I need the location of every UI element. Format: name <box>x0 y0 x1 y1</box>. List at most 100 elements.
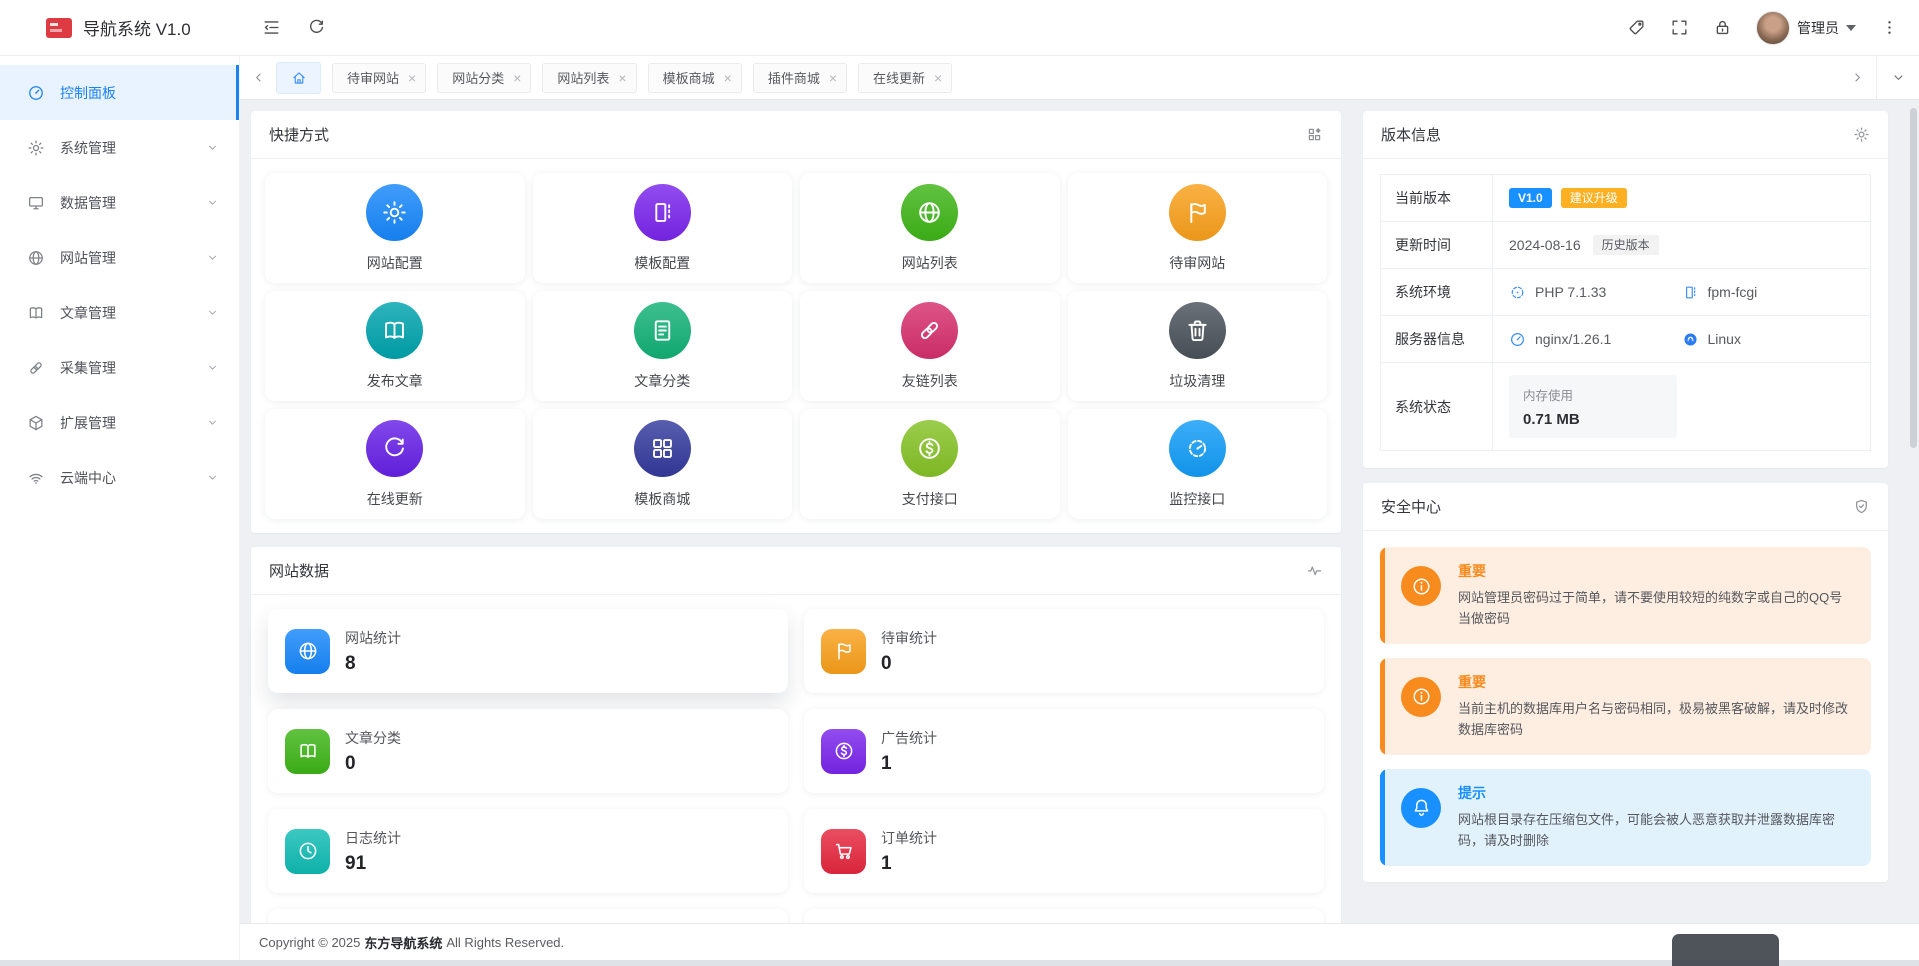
stat-item[interactable]: 广告统计 1 <box>804 709 1324 793</box>
shortcuts-card: 快捷方式 网站配置 模板配 <box>251 111 1341 533</box>
table-row: 系统环境 PHP 7.1.33 fpm-fcgi <box>1381 269 1870 316</box>
shortcut-item[interactable]: 友链列表 <box>800 291 1060 401</box>
fullscreen-icon[interactable] <box>1670 18 1689 37</box>
refresh-icon[interactable] <box>307 18 326 37</box>
chevron-down-icon <box>206 141 219 154</box>
lock-icon[interactable] <box>1713 18 1732 37</box>
shortcut-icon-circle <box>1169 302 1226 359</box>
shortcut-item[interactable]: 网站列表 <box>800 173 1060 283</box>
user-menu[interactable]: 管理员 <box>1756 11 1856 45</box>
shortcut-icon-circle <box>366 184 423 241</box>
shortcut-item[interactable]: 垃圾清理 <box>1068 291 1328 401</box>
security-alert: 重要 当前主机的数据库用户名与密码相同，极易被黑客破解，请及时修改数据库密码 <box>1380 658 1871 755</box>
alert-title: 提示 <box>1458 783 1853 803</box>
close-icon[interactable]: × <box>934 71 942 85</box>
close-icon[interactable]: × <box>513 71 521 85</box>
close-icon[interactable]: × <box>408 71 416 85</box>
top-bar: 导航系统 V1.0 管理员 <box>0 0 1919 56</box>
sidebar-item[interactable]: 网站管理 <box>0 230 239 285</box>
shortcut-item[interactable]: 在线更新 <box>265 409 525 519</box>
shortcut-label: 友链列表 <box>902 371 958 391</box>
grid-icon <box>649 435 676 462</box>
pulse-icon[interactable] <box>1306 562 1323 579</box>
shortcut-item[interactable]: 文章分类 <box>533 291 793 401</box>
sidebar-item[interactable]: 扩展管理 <box>0 395 239 450</box>
tabs-scroll-left-button[interactable] <box>240 70 276 85</box>
tab[interactable]: 网站列表 × <box>542 63 636 93</box>
tab[interactable]: 模板商城 × <box>648 63 742 93</box>
open-tabs: 待审网站 × 网站分类 × 网站列表 × 模板商城 × 插件商城 × <box>332 63 952 93</box>
history-badge[interactable]: 历史版本 <box>1593 235 1659 255</box>
tab[interactable]: 插件商城 × <box>753 63 847 93</box>
memory-label: 内存使用 <box>1523 385 1663 404</box>
tabs-scroll-right-button[interactable] <box>1838 56 1876 99</box>
stat-item[interactable]: 文章分类 0 <box>268 709 788 793</box>
layout-icon[interactable] <box>1306 126 1323 143</box>
stat-item[interactable]: 站点浏览 <box>268 909 788 923</box>
avatar[interactable] <box>1756 11 1790 45</box>
stat-value: 0 <box>345 753 401 775</box>
stat-item[interactable]: 订单统计 1 <box>804 809 1324 893</box>
close-icon[interactable]: × <box>829 71 837 85</box>
globe-icon <box>27 249 45 267</box>
stat-icon-square <box>285 829 330 874</box>
shortcut-item[interactable]: 监控接口 <box>1068 409 1328 519</box>
upgrade-badge[interactable]: 建议升级 <box>1561 188 1627 208</box>
window-bottom-edge <box>0 960 1919 966</box>
shortcut-item[interactable]: 模板配置 <box>533 173 793 283</box>
shortcut-label: 监控接口 <box>1169 489 1225 509</box>
stat-item[interactable]: 待审统计 0 <box>804 609 1324 693</box>
shortcut-icon-circle <box>634 420 691 477</box>
os-value: Linux <box>1708 331 1741 347</box>
stat-item[interactable]: 网站统计 8 <box>268 609 788 693</box>
tabs-dropdown-button[interactable] <box>1876 56 1919 99</box>
close-icon[interactable]: × <box>724 71 732 85</box>
sidebar-item-label: 系统管理 <box>60 138 191 158</box>
scrollbar-thumb[interactable] <box>1910 108 1917 448</box>
flag-icon <box>833 640 855 662</box>
clock-icon <box>297 840 319 862</box>
table-row: 更新时间 2024-08-16 历史版本 <box>1381 222 1870 269</box>
shortcut-label: 文章分类 <box>634 371 690 391</box>
version-badge: V1.0 <box>1509 188 1552 208</box>
shortcut-label: 待审网站 <box>1169 253 1225 273</box>
tag-icon[interactable] <box>1627 18 1646 37</box>
sidebar: 控制面板 系统管理 数据管理 网站管理 文章管理 采集管理 <box>0 56 240 960</box>
app-title: 导航系统 V1.0 <box>83 15 191 40</box>
stat-label: 订单统计 <box>881 828 937 848</box>
sidebar-item[interactable]: 控制面板 <box>0 65 239 120</box>
shortcut-item[interactable]: 支付接口 <box>800 409 1060 519</box>
wifi-icon <box>27 469 45 487</box>
tab[interactable]: 在线更新 × <box>858 63 952 93</box>
more-dots-icon[interactable] <box>1880 18 1899 37</box>
security-alert: 提示 网站根目录存在压缩包文件，可能会被人恶意获取并泄露数据库密码，请及时删除 <box>1380 769 1871 866</box>
shortcut-item[interactable]: 待审网站 <box>1068 173 1328 283</box>
book-icon <box>381 317 408 344</box>
stat-value: 1 <box>881 853 937 875</box>
sidebar-item[interactable]: 云端中心 <box>0 450 239 505</box>
version-card: 版本信息 当前版本 V1.0 建议升级 更新时间 2024-08-16 历史版本 <box>1363 111 1888 468</box>
sidebar-item[interactable]: 系统管理 <box>0 120 239 175</box>
collapse-menu-icon[interactable] <box>262 18 281 37</box>
shortcut-item[interactable]: 模板商城 <box>533 409 793 519</box>
stat-item[interactable] <box>804 909 1324 923</box>
stat-item[interactable]: 日志统计 91 <box>268 809 788 893</box>
shortcut-item[interactable]: 发布文章 <box>265 291 525 401</box>
shortcut-item[interactable]: 网站配置 <box>265 173 525 283</box>
chevron-down-icon <box>206 196 219 209</box>
home-tab[interactable] <box>276 62 321 94</box>
table-row: 服务器信息 nginx/1.26.1 Linux <box>1381 316 1870 363</box>
tab[interactable]: 网站分类 × <box>437 63 531 93</box>
cube-icon <box>27 414 45 432</box>
sidebar-item[interactable]: 数据管理 <box>0 175 239 230</box>
shortcut-label: 模板商城 <box>634 489 690 509</box>
close-icon[interactable]: × <box>618 71 626 85</box>
gear-icon[interactable] <box>1853 126 1870 143</box>
sidebar-item[interactable]: 采集管理 <box>0 340 239 395</box>
tab[interactable]: 待审网站 × <box>332 63 426 93</box>
main-content: 快捷方式 网站配置 模板配 <box>240 100 1919 923</box>
shield-check-icon[interactable] <box>1853 498 1870 515</box>
alert-text: 网站管理员密码过于简单，请不要使用较短的纯数字或自己的QQ号当做密码 <box>1458 587 1853 630</box>
sidebar-item[interactable]: 文章管理 <box>0 285 239 340</box>
stat-label: 日志统计 <box>345 828 401 848</box>
